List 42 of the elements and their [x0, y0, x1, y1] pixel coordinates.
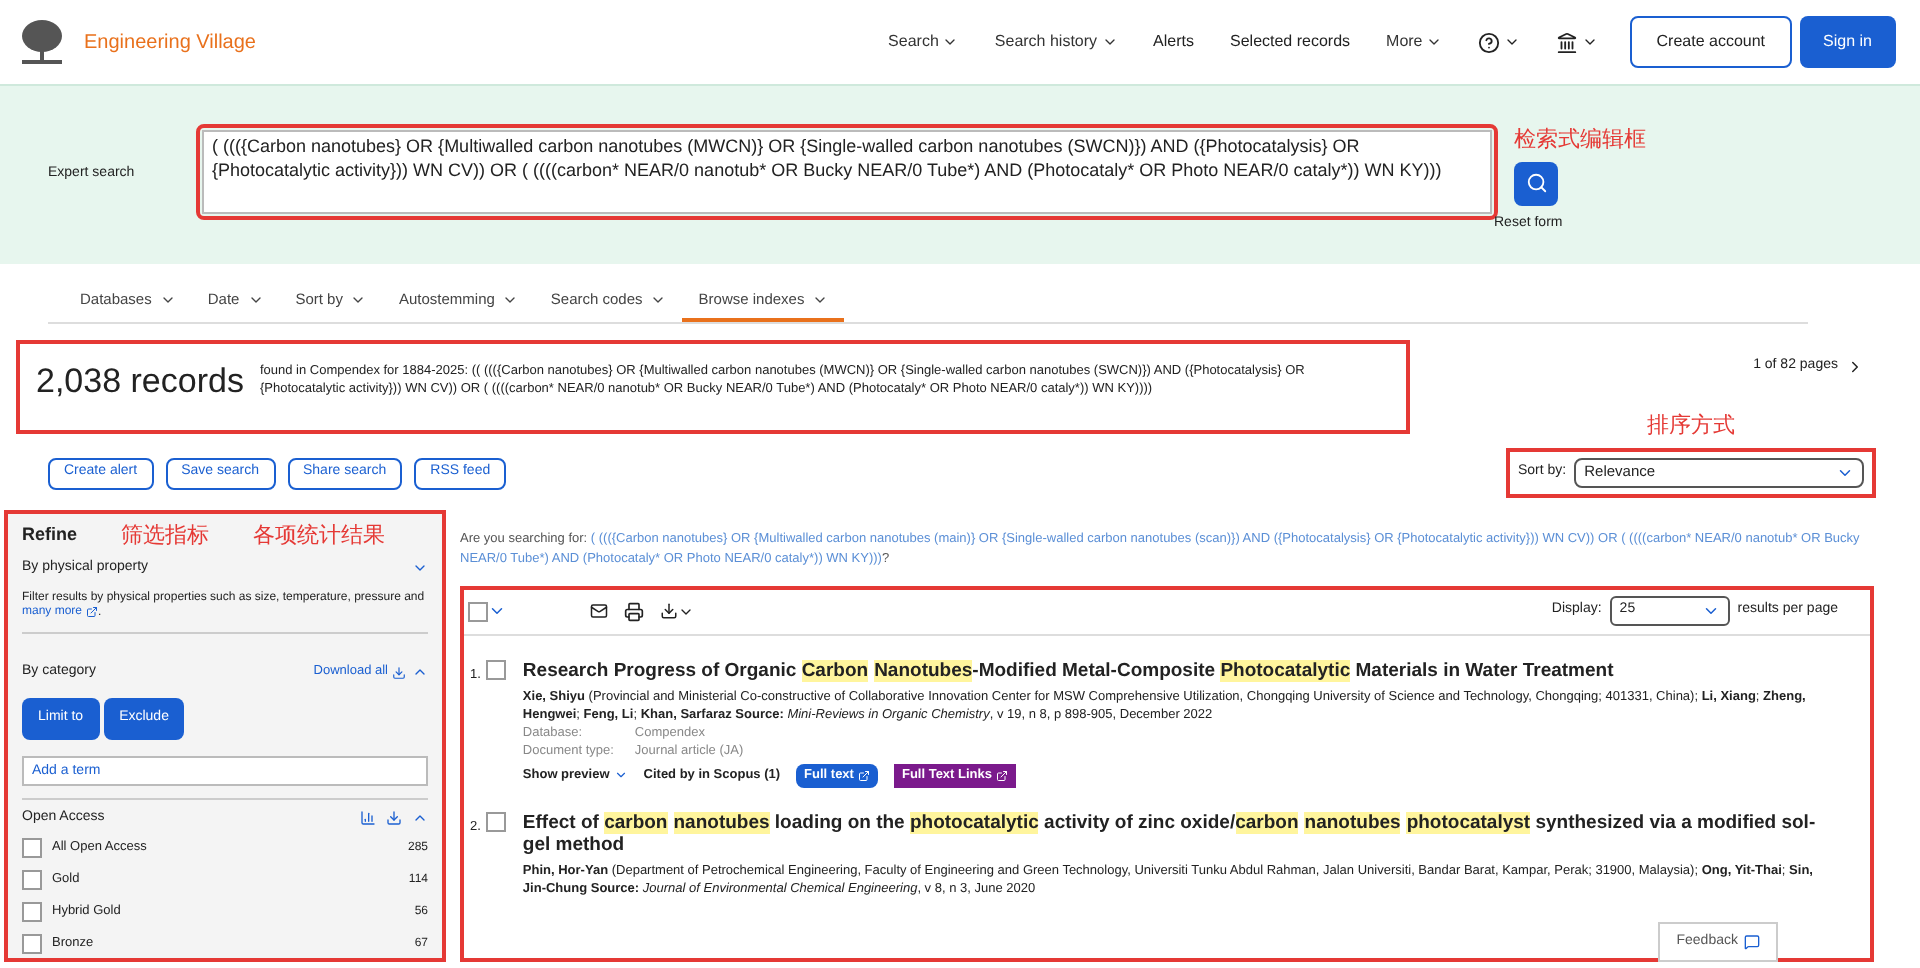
- chevron-down-icon[interactable]: [1504, 34, 1521, 50]
- chevron-down-icon[interactable]: [1426, 34, 1443, 50]
- chevron-down-icon[interactable]: [942, 34, 959, 50]
- refine-title: Refine: [22, 522, 78, 548]
- help-menu[interactable]: [1478, 31, 1521, 53]
- nav-menu[interactable]: More: [1386, 30, 1443, 54]
- print-icon[interactable]: [624, 601, 644, 621]
- checkbox[interactable]: [22, 934, 42, 955]
- search-icon: [1525, 172, 1547, 194]
- tree-logo-icon: [16, 18, 68, 66]
- result-title[interactable]: Effect of carbon nanotubes loading on the photocatalytic activity of zinc oxide/carbon nanotubes photocatalyst synthesized via a modified sol-gel method: [522, 811, 1830, 855]
- checkbox[interactable]: [486, 659, 507, 679]
- annotation-label: 排序方式: [1647, 411, 1735, 442]
- chevron-down-icon[interactable]: [1101, 34, 1118, 50]
- checkbox[interactable]: [468, 601, 488, 621]
- next-page-icon[interactable]: [1846, 357, 1864, 376]
- annotation-label: 检索式编辑框: [1514, 125, 1646, 156]
- search-button[interactable]: [1514, 161, 1558, 205]
- chat-icon[interactable]: [1744, 934, 1760, 950]
- result-title[interactable]: Research Progress of Organic Carbon Nanotubes-Modified Metal-Composite Photocatalytic Materials in Water Treatment: [522, 659, 1830, 681]
- nav-link[interactable]: Alerts: [1153, 30, 1194, 54]
- chart-icon[interactable]: [360, 809, 376, 826]
- nav-link[interactable]: Selected records: [1230, 30, 1351, 54]
- external-link-icon[interactable]: [86, 605, 99, 617]
- nav-menu[interactable]: Search history: [994, 30, 1118, 54]
- query-field[interactable]: ( ((({Carbon nanotubes} OR {Multiwalled carbon nanotubes (MWCN)} OR {Single-walled carbon nanotubes (SWCN)}) AND ({Photocatalysis} OR {Photocatalytic activity})) WN CV)) OR ( ((((carbon* NEAR/0 nanotub* OR Bucky NEAR/0 Tube*) AND (Photocataly* OR Photo NEAR/0 cataly*)) WN KY))): [202, 130, 1492, 214]
- create-account-button[interactable]: Create account: [1630, 16, 1792, 68]
- institution-menu[interactable]: [1556, 31, 1599, 53]
- checkbox[interactable]: [22, 838, 42, 859]
- sign-in-button[interactable]: Sign in: [1799, 16, 1896, 68]
- checkbox[interactable]: [486, 811, 507, 831]
- chevron-down-icon[interactable]: [1582, 34, 1599, 50]
- email-icon[interactable]: [590, 602, 608, 620]
- download-icon[interactable]: [660, 602, 678, 620]
- annotation-label: 筛选指标: [121, 521, 210, 551]
- checkbox[interactable]: [22, 870, 42, 891]
- record-count: 2,038 records: [36, 360, 244, 404]
- institution-icon[interactable]: [1556, 31, 1579, 53]
- nav-menu[interactable]: Search: [888, 30, 959, 54]
- checkbox[interactable]: [22, 902, 42, 923]
- annotation-label: 各项统计结果: [253, 521, 386, 551]
- help-icon[interactable]: [1478, 31, 1501, 53]
